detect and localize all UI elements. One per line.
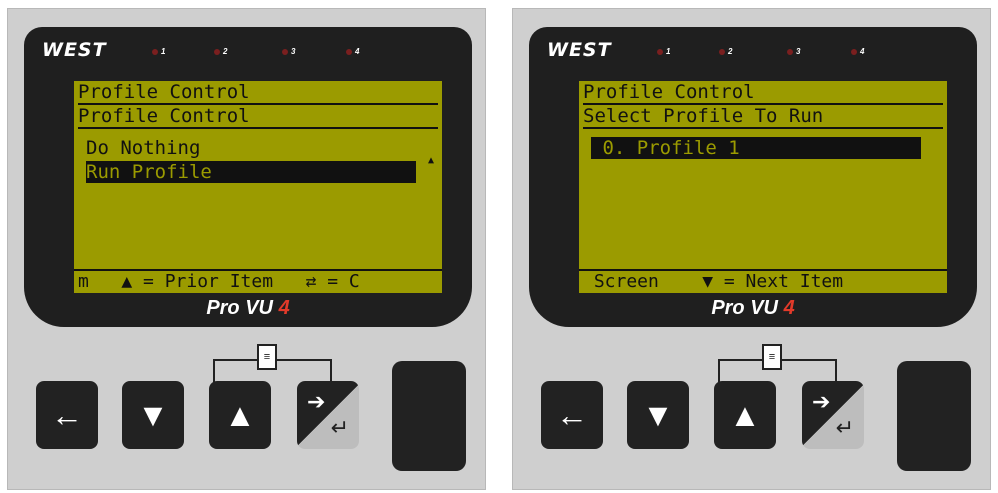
led-label: 1 [666, 47, 671, 56]
display-bezel: WEST 1 2 3 4 Profile Control Select Prof… [529, 27, 977, 327]
scroll-up-indicator: ▲ [427, 155, 434, 166]
led-indicator [282, 48, 288, 55]
down-button[interactable]: ▼ [627, 381, 689, 449]
triangle-up-icon: ▲ [224, 396, 256, 433]
arrow-left-icon: ← [556, 396, 588, 433]
screen-footer: Screen ▼ = Next Item [579, 269, 947, 293]
product-logo: Pro VU 4 [529, 297, 977, 320]
led-2: 2 [214, 47, 227, 56]
led-indicator [787, 48, 793, 55]
arrow-right-icon: ➔ [307, 389, 326, 414]
led-4: 4 [851, 47, 864, 56]
led-indicator [851, 48, 857, 55]
lcd-screen: Profile Control Profile Control Do Nothi… [74, 81, 442, 293]
brand-logo: WEST [42, 39, 107, 61]
triangle-up-icon: ▲ [729, 396, 761, 433]
controller-left: WEST 1 2 3 4 Profile Control Profile Con… [7, 8, 486, 490]
led-3: 3 [787, 47, 800, 56]
arrow-left-icon: ← [51, 396, 83, 433]
led-3: 3 [282, 47, 295, 56]
led-2: 2 [719, 47, 732, 56]
up-button[interactable]: ▲ [714, 381, 776, 449]
display-bezel: WEST 1 2 3 4 Profile Control Profile Con… [24, 27, 472, 327]
down-button[interactable]: ▼ [122, 381, 184, 449]
led-label: 1 [161, 47, 166, 56]
lcd-screen: Profile Control Select Profile To Run 0.… [579, 81, 947, 293]
document-icon: ≡ [257, 344, 277, 370]
logo-number: 4 [278, 297, 290, 319]
screen-subtitle: Profile Control [78, 105, 438, 129]
screen-title: Profile Control [583, 81, 943, 105]
led-1: 1 [657, 47, 670, 56]
led-label: 2 [728, 47, 733, 56]
return-icon: ↵ [835, 415, 854, 440]
logo-text: Pro VU [206, 297, 279, 319]
arrow-right-icon: ➔ [812, 389, 831, 414]
led-indicator [214, 48, 220, 55]
menu-item-profile-1[interactable]: 0. Profile 1 [591, 137, 921, 159]
led-indicator [719, 48, 725, 55]
led-label: 4 [355, 47, 360, 56]
screen-footer: m ▲ = Prior Item ⇄ = C [74, 269, 442, 293]
product-logo: Pro VU 4 [24, 297, 472, 320]
led-indicator [346, 48, 352, 55]
blank-key[interactable] [897, 361, 971, 471]
blank-key[interactable] [392, 361, 466, 471]
led-label: 3 [796, 47, 801, 56]
led-4: 4 [346, 47, 359, 56]
led-label: 2 [223, 47, 228, 56]
led-indicator [657, 48, 663, 55]
screen-subtitle: Select Profile To Run [583, 105, 943, 129]
brand-logo: WEST [547, 39, 612, 61]
triangle-down-icon: ▼ [642, 396, 674, 433]
led-label: 4 [860, 47, 865, 56]
back-button[interactable]: ← [541, 381, 603, 449]
document-icon: ≡ [762, 344, 782, 370]
up-button[interactable]: ▲ [209, 381, 271, 449]
controller-right: WEST 1 2 3 4 Profile Control Select Prof… [512, 8, 991, 490]
led-indicator [152, 48, 158, 55]
led-label: 3 [291, 47, 296, 56]
menu-item-run-profile[interactable]: Run Profile [86, 161, 416, 183]
menu-item-do-nothing[interactable]: Do Nothing [86, 137, 416, 159]
return-icon: ↵ [330, 415, 349, 440]
enter-button[interactable]: ➔ ↵ [297, 381, 359, 449]
screen-title: Profile Control [78, 81, 438, 105]
logo-text: Pro VU [711, 297, 784, 319]
triangle-down-icon: ▼ [137, 396, 169, 433]
led-1: 1 [152, 47, 165, 56]
enter-button[interactable]: ➔ ↵ [802, 381, 864, 449]
back-button[interactable]: ← [36, 381, 98, 449]
logo-number: 4 [783, 297, 795, 319]
